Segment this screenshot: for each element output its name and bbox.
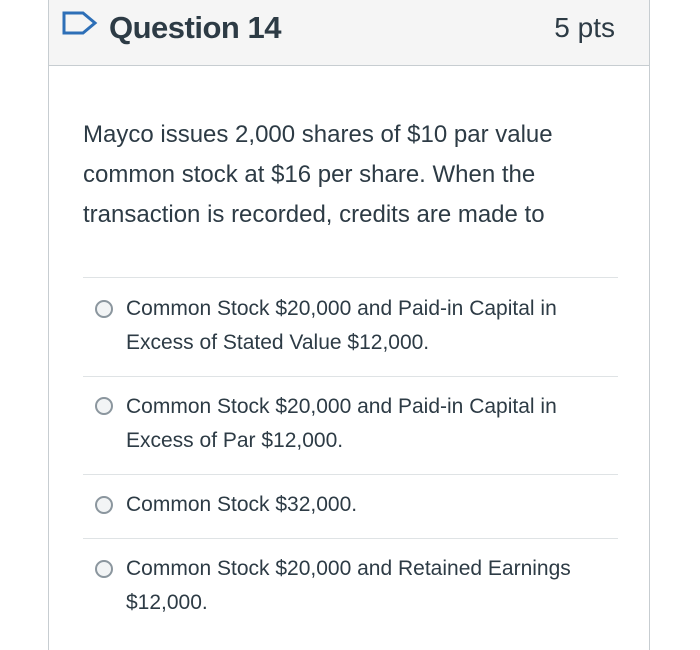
answer-option[interactable]: Common Stock $20,000 and Paid-in Capital… (83, 376, 618, 474)
answer-list: Common Stock $20,000 and Paid-in Capital… (83, 277, 618, 638)
bookmark-flag-icon[interactable] (61, 10, 99, 36)
answer-label[interactable]: Common Stock $32,000. (126, 488, 616, 522)
question-text: Mayco issues 2,000 shares of $10 par val… (83, 121, 553, 228)
radio-button[interactable] (95, 560, 113, 578)
answer-option[interactable]: Common Stock $20,000 and Retained Earnin… (83, 538, 618, 638)
answer-label[interactable]: Common Stock $20,000 and Paid-in Capital… (126, 292, 616, 360)
radio-button[interactable] (95, 300, 113, 318)
answer-option[interactable]: Common Stock $32,000. (83, 474, 618, 538)
question-points: 5 pts (554, 12, 615, 43)
answer-option[interactable]: Common Stock $20,000 and Paid-in Capital… (83, 277, 618, 376)
answer-label[interactable]: Common Stock $20,000 and Retained Earnin… (126, 552, 616, 620)
question-card: Question 14 5 pts Mayco issues 2,000 sha… (48, 0, 650, 650)
radio-button[interactable] (95, 397, 113, 415)
radio-button[interactable] (95, 496, 113, 514)
question-header: Question 14 5 pts (49, 0, 649, 66)
question-title: Question 14 (109, 10, 281, 45)
answer-label[interactable]: Common Stock $20,000 and Paid-in Capital… (126, 390, 616, 458)
